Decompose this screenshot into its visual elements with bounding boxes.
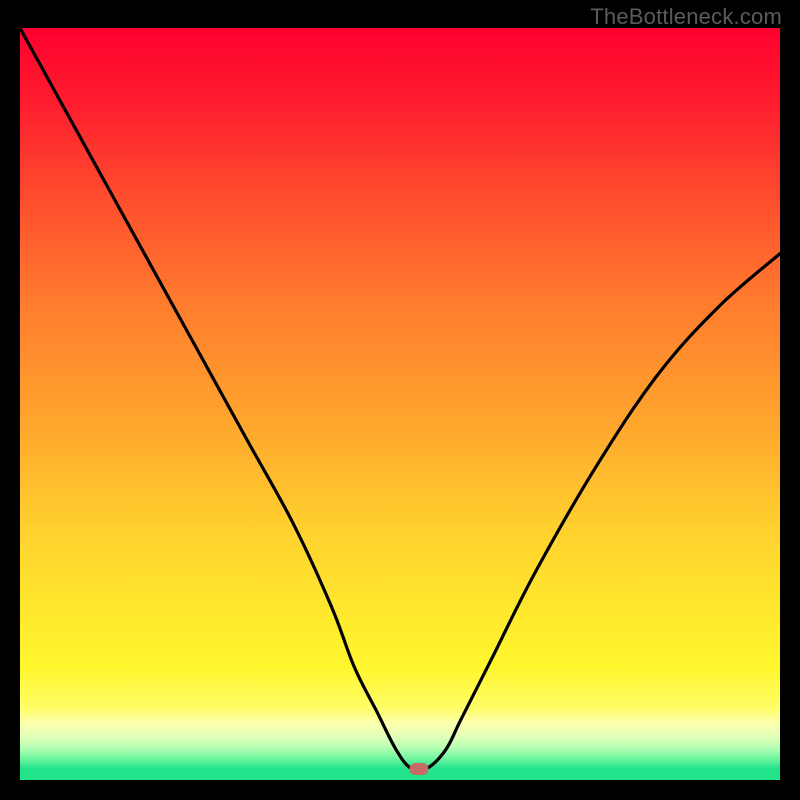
plot-area	[20, 28, 780, 780]
watermark-text: TheBottleneck.com	[590, 4, 782, 30]
minimum-marker	[410, 763, 429, 775]
bottleneck-curve	[20, 28, 780, 780]
chart-frame: TheBottleneck.com	[0, 0, 800, 800]
